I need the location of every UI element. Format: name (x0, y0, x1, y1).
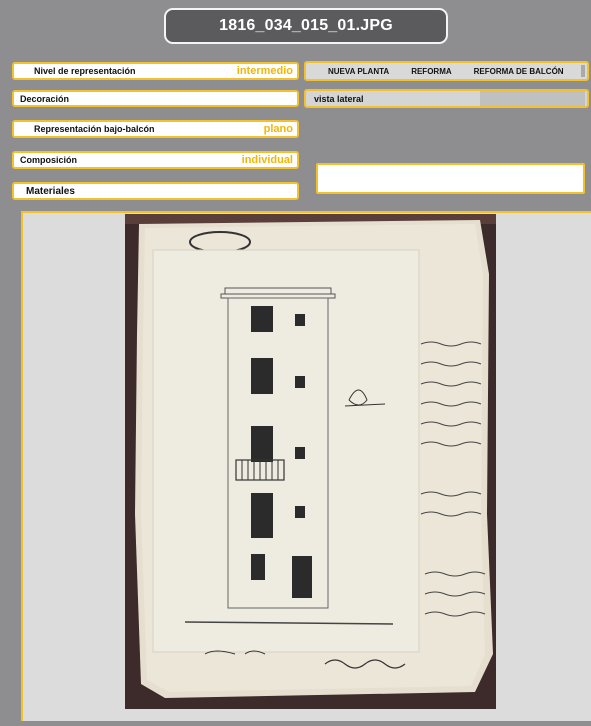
field-value: individual (241, 154, 293, 166)
field-label: Nivel de representación (34, 66, 136, 76)
field-nivel-representacion: Nivel de representación intermedio (12, 62, 299, 80)
vista-field: vista lateral (304, 89, 589, 108)
vista-bar (480, 91, 585, 106)
field-label: Decoración (20, 93, 70, 104)
image-panel (21, 211, 591, 721)
file-title: 1816_034_015_01.JPG (164, 8, 448, 44)
tag-reforma: REFORMA (411, 66, 452, 76)
field-value: intermedio (236, 65, 293, 77)
empty-field (316, 163, 585, 194)
field-composicion: Composición individual (12, 151, 299, 169)
field-decoracion: Decoración (12, 90, 299, 107)
tags-bar: NUEVA PLANTA REFORMA REFORMA DE BALCÓN (304, 61, 589, 81)
document-photo (125, 214, 496, 709)
field-materiales: Materiales (12, 182, 299, 200)
field-value: plano (263, 123, 293, 135)
tags-end-bar (581, 65, 585, 77)
field-label: Materiales (26, 185, 75, 197)
field-label: Composición (20, 155, 78, 165)
field-label: Representación bajo-balcón (34, 124, 155, 134)
field-bajo-balcon: Representación bajo-balcón plano (12, 120, 299, 138)
tag-reforma-balcon: REFORMA DE BALCÓN (473, 66, 564, 76)
vista-label: vista lateral (314, 94, 364, 104)
tag-nueva-planta: NUEVA PLANTA (328, 66, 390, 76)
